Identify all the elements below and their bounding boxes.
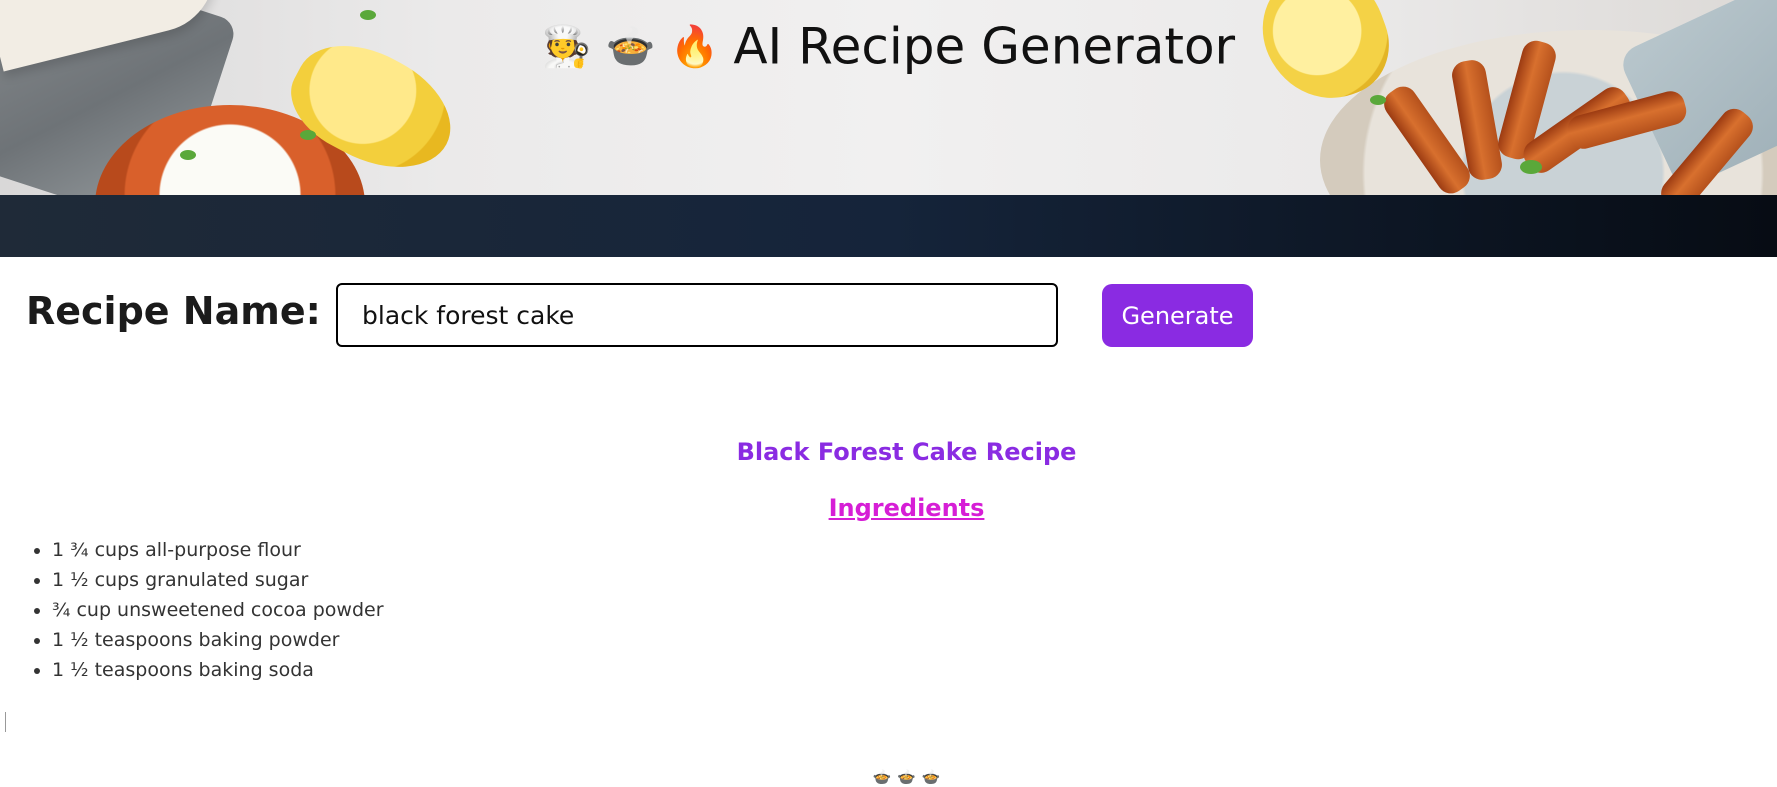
loading-indicator: 🍲 🍲 🍲 [0, 768, 1777, 786]
stew-icon: 🍲 [897, 768, 916, 786]
chef-icon: 🧑‍🍳 [541, 23, 592, 70]
generate-button[interactable]: Generate [1102, 284, 1253, 347]
recipe-title: Black Forest Cake Recipe [736, 438, 1077, 466]
herb-image [1520, 160, 1542, 174]
herb-image [300, 130, 316, 140]
stew-icon: 🍲 [872, 768, 892, 786]
list-item: 1 ½ teaspoons baking soda [52, 655, 384, 685]
list-item: 1 ½ teaspoons baking powder [52, 625, 384, 655]
text-cursor [5, 712, 6, 732]
ingredients-list: 1 ¾ cups all-purpose flour 1 ½ cups gran… [0, 535, 384, 685]
header-band [0, 195, 1777, 257]
page-title-text: AI Recipe Generator [733, 17, 1236, 76]
list-item: 1 ½ cups granulated sugar [52, 565, 384, 595]
herb-image [180, 150, 196, 160]
page-title: 🧑‍🍳 🍲 🔥 AI Recipe Generator [0, 8, 1777, 82]
stew-icon: 🍲 [605, 23, 656, 70]
herb-image [1370, 95, 1386, 105]
recipe-name-label: Recipe Name: [26, 289, 321, 333]
fire-icon: 🔥 [669, 23, 720, 70]
hero-banner: 🧑‍🍳 🍲 🔥 AI Recipe Generator [0, 0, 1777, 195]
stew-icon: 🍲 [921, 768, 941, 786]
recipe-name-input[interactable] [336, 283, 1058, 347]
list-item: 1 ¾ cups all-purpose flour [52, 535, 384, 565]
list-item: ¾ cup unsweetened cocoa powder [52, 595, 384, 625]
ingredients-heading: Ingredients [828, 494, 985, 522]
